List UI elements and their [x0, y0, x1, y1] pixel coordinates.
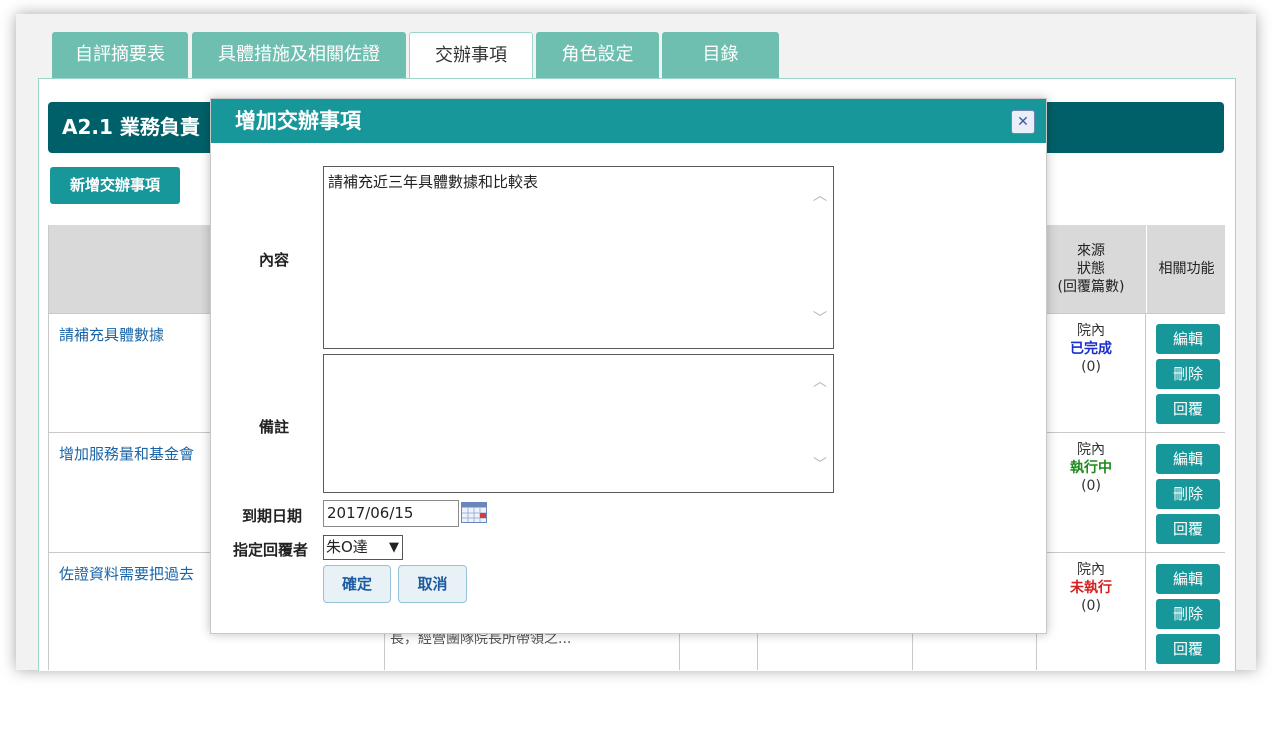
row-title-link[interactable]: 佐證資料需要把過去: [59, 563, 194, 584]
delete-button[interactable]: 刪除: [1156, 599, 1220, 629]
scroll-up-icon[interactable]: ︿: [813, 189, 827, 203]
scroll-down-icon[interactable]: ﹀: [813, 458, 827, 472]
row-source-status: 院內 執行中 (0): [1037, 441, 1145, 495]
status-badge: 執行中: [1070, 460, 1112, 476]
chevron-down-icon: ▼: [389, 540, 399, 555]
status-badge: 未執行: [1070, 580, 1112, 596]
tab-roles[interactable]: 角色設定: [536, 32, 659, 78]
reply-button[interactable]: 回覆: [1156, 634, 1220, 664]
note-label: 備註: [259, 418, 290, 436]
delete-button[interactable]: 刪除: [1156, 479, 1220, 509]
row-source-status: 院內 未執行 (0): [1037, 561, 1145, 615]
tab-measures[interactable]: 具體措施及相關佐證: [192, 32, 406, 78]
delete-button[interactable]: 刪除: [1156, 359, 1220, 389]
add-assignment-dialog: 增加交辦事項 ✕ 內容 請補充近三年具體數據和比較表 ︿ ﹀ 備註 ︿ ﹀ 到期…: [210, 98, 1047, 634]
confirm-button[interactable]: 確定: [323, 565, 391, 603]
assignee-label: 指定回覆者: [233, 541, 309, 559]
tab-self-assessment[interactable]: 自評摘要表: [52, 32, 188, 78]
due-date-label: 到期日期: [242, 507, 303, 525]
tab-assignments[interactable]: 交辦事項: [409, 32, 533, 80]
tab-catalog[interactable]: 目錄: [662, 32, 779, 78]
row-title-link[interactable]: 請補充具體數據: [59, 324, 164, 345]
assignee-select[interactable]: 朱O達 ▼: [323, 535, 403, 560]
calendar-icon[interactable]: [461, 502, 487, 523]
column-header-functions: 相關功能: [1146, 225, 1226, 313]
reply-button[interactable]: 回覆: [1156, 394, 1220, 424]
column-divider: [1145, 313, 1146, 670]
dialog-title-bar: 增加交辦事項 ✕: [211, 99, 1046, 143]
edit-button[interactable]: 編輯: [1156, 444, 1220, 474]
dialog-title: 增加交辦事項: [235, 109, 361, 133]
reply-button[interactable]: 回覆: [1156, 514, 1220, 544]
page-title: A2.1 業務負責: [62, 115, 200, 139]
content-text: 請補充近三年具體數據和比較表: [328, 173, 539, 191]
due-date-input[interactable]: 2017/06/15: [323, 500, 459, 527]
edit-button[interactable]: 編輯: [1156, 564, 1220, 594]
add-assignment-button[interactable]: 新增交辦事項: [50, 167, 180, 204]
column-header-source-status: 來源 狀態 (回覆篇數): [1057, 243, 1125, 295]
close-icon[interactable]: ✕: [1011, 110, 1035, 134]
scroll-down-icon[interactable]: ﹀: [813, 312, 827, 326]
cancel-button[interactable]: 取消: [398, 565, 467, 603]
row-source-status: 院內 已完成 (0): [1037, 322, 1145, 376]
content-label: 內容: [259, 251, 290, 269]
row-title-link[interactable]: 增加服務量和基金會: [59, 443, 194, 464]
status-badge: 已完成: [1070, 341, 1112, 357]
content-textarea[interactable]: 請補充近三年具體數據和比較表 ︿ ﹀: [323, 166, 834, 349]
edit-button[interactable]: 編輯: [1156, 324, 1220, 354]
scroll-up-icon[interactable]: ︿: [813, 375, 827, 389]
note-textarea[interactable]: ︿ ﹀: [323, 354, 834, 493]
